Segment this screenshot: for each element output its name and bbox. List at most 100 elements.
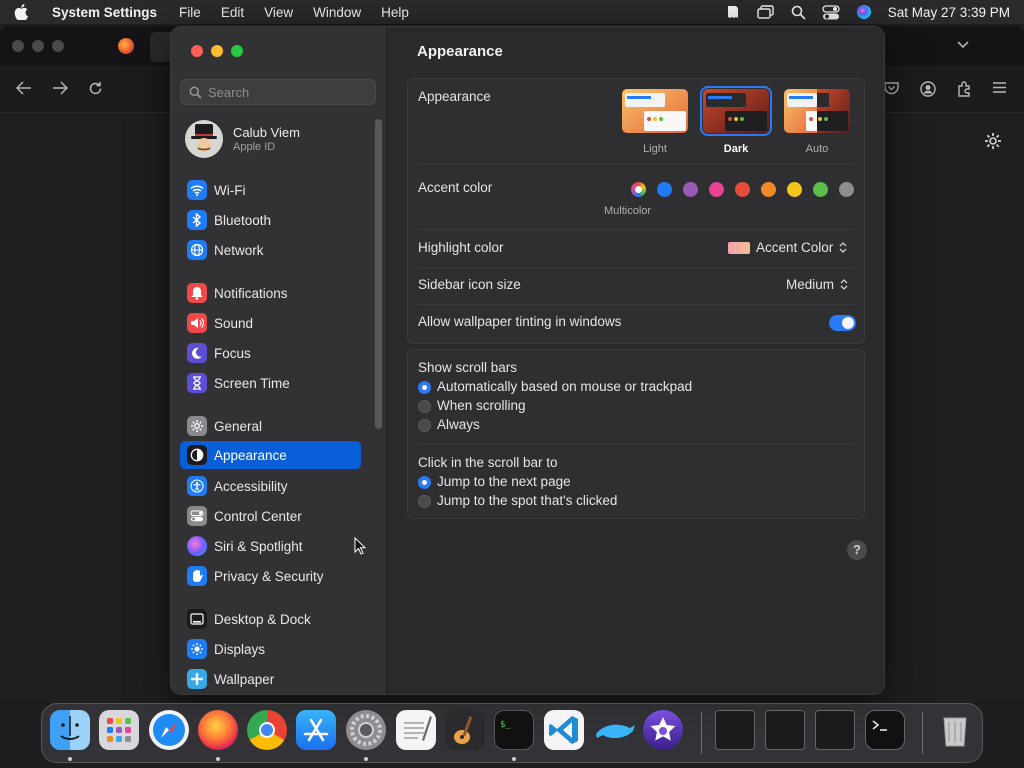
apple-id-account[interactable]: Calub Viem Apple ID: [185, 119, 375, 159]
theme-option-dark[interactable]: Dark: [700, 86, 772, 155]
click-next-page-radio[interactable]: [418, 476, 431, 489]
minimize-button[interactable]: [211, 45, 223, 57]
search-input[interactable]: [208, 84, 358, 100]
scroll-bars-scrolling-radio[interactable]: [418, 400, 431, 413]
highlight-color-popup[interactable]: Accent Color: [728, 240, 847, 255]
sidebar-item-wallpaper[interactable]: Wallpaper: [180, 665, 361, 693]
sidebar-item-bluetooth[interactable]: Bluetooth: [180, 206, 361, 234]
sidebar-item-notifications[interactable]: Notifications: [180, 279, 361, 307]
textedit-dock-icon[interactable]: [396, 710, 436, 750]
close-button[interactable]: [191, 45, 203, 57]
clock[interactable]: Sat May 27 3:39 PM: [888, 5, 1010, 20]
spotlight-search-icon[interactable]: [791, 5, 806, 20]
search-field[interactable]: [180, 79, 376, 105]
sidebar-icon-size-popup[interactable]: Medium: [786, 277, 848, 292]
screen-mirroring-icon[interactable]: [756, 4, 775, 20]
sidebar-item-focus[interactable]: Focus: [180, 339, 361, 367]
sidebar-item-label: Accessibility: [214, 478, 288, 494]
terminal-dock-icon[interactable]: $_: [494, 710, 534, 750]
safari-dock-icon[interactable]: [149, 710, 189, 750]
imovie-dock-icon[interactable]: [643, 710, 683, 750]
siri-icon[interactable]: [856, 4, 872, 20]
chrome-dock-icon[interactable]: [247, 710, 287, 750]
accent-swatch-green[interactable]: [813, 182, 828, 197]
zoom-button[interactable]: [231, 45, 243, 57]
account-icon[interactable]: [920, 81, 936, 97]
firefox-dock-icon[interactable]: [198, 710, 238, 750]
accent-swatch-multicolor[interactable]: [631, 182, 646, 197]
sidebar-item-siri-spotlight[interactable]: Siri & Spotlight: [180, 532, 361, 560]
browser-close-button[interactable]: [12, 40, 24, 52]
minimized-window-1[interactable]: [715, 710, 755, 750]
sidebar-item-privacy-security[interactable]: Privacy & Security: [180, 562, 361, 590]
click-scroll-bar-label: Click in the scroll bar to: [418, 455, 558, 470]
minimized-window-3[interactable]: [815, 710, 855, 750]
sidebar-item-wifi[interactable]: Wi-Fi: [180, 176, 361, 204]
finder-dock-icon[interactable]: [50, 710, 90, 750]
minimized-window-2[interactable]: [765, 710, 805, 750]
browser-minimize-button[interactable]: [32, 40, 44, 52]
forward-arrow-icon[interactable]: [52, 81, 68, 95]
sidebar-item-control-center[interactable]: Control Center: [180, 502, 361, 530]
accent-swatch-graphite[interactable]: [839, 182, 854, 197]
sidebar-item-displays[interactable]: Displays: [180, 635, 361, 663]
sidebar-item-sound[interactable]: Sound: [180, 309, 361, 337]
dolphin-dock-icon[interactable]: [593, 710, 635, 750]
sidebar-scrollbar[interactable]: [375, 119, 382, 429]
extensions-icon[interactable]: [956, 81, 972, 97]
scroll-bars-always-label: Always: [437, 417, 480, 432]
accessibility-icon: [187, 476, 207, 496]
theme-option-auto[interactable]: Auto: [782, 89, 852, 155]
trash-dock-icon[interactable]: [935, 710, 975, 750]
scroll-bars-always-radio[interactable]: [418, 419, 431, 432]
garageband-dock-icon[interactable]: [445, 710, 485, 750]
sidebar-item-general[interactable]: General: [180, 412, 361, 440]
accent-swatch-pink[interactable]: [709, 182, 724, 197]
gear-icon[interactable]: [984, 132, 1002, 150]
app-store-dock-icon[interactable]: [296, 710, 336, 750]
gear-icon: [187, 416, 207, 436]
click-next-page-label: Jump to the next page: [437, 474, 571, 489]
highlight-color-swatch: [728, 241, 750, 254]
script-status-icon[interactable]: [725, 4, 741, 20]
window-menu[interactable]: Window: [313, 5, 361, 20]
vscode-dock-icon[interactable]: [544, 710, 584, 750]
minimized-terminal-window[interactable]: [865, 710, 905, 750]
accent-swatch-yellow[interactable]: [787, 182, 802, 197]
control-center-icon[interactable]: [822, 4, 840, 20]
sidebar-item-appearance[interactable]: Appearance: [180, 441, 361, 469]
help-menu[interactable]: Help: [381, 5, 409, 20]
back-arrow-icon[interactable]: [16, 81, 32, 95]
chevron-down-icon[interactable]: [956, 40, 970, 50]
reload-icon[interactable]: [88, 81, 103, 96]
system-settings-dock-icon[interactable]: [346, 710, 386, 750]
help-button[interactable]: ?: [847, 540, 867, 560]
launchpad-dock-icon[interactable]: [99, 710, 139, 750]
accent-swatch-orange[interactable]: [761, 182, 776, 197]
theme-option-light[interactable]: Light: [620, 89, 690, 155]
sidebar-item-desktop-dock[interactable]: Desktop & Dock: [180, 605, 361, 633]
accent-swatch-purple[interactable]: [683, 182, 698, 197]
accent-color-label: Accent color: [418, 180, 493, 195]
hamburger-menu-icon[interactable]: [992, 81, 1007, 94]
view-menu[interactable]: View: [264, 5, 293, 20]
theme-label-auto: Auto: [805, 143, 829, 155]
wallpaper-tinting-toggle[interactable]: [829, 315, 856, 331]
sidebar-item-label: Focus: [214, 345, 251, 361]
edit-menu[interactable]: Edit: [221, 5, 244, 20]
pocket-icon[interactable]: [884, 81, 899, 95]
firefox-tab-icon[interactable]: [118, 38, 134, 54]
sidebar-item-screen-time[interactable]: Screen Time: [180, 369, 361, 397]
file-menu[interactable]: File: [179, 5, 201, 20]
dark-theme-preview: [700, 86, 772, 136]
apple-menu-icon[interactable]: [14, 4, 30, 20]
accent-swatch-blue[interactable]: [657, 182, 672, 197]
accent-swatch-red[interactable]: [735, 182, 750, 197]
dock-separator: [701, 712, 702, 754]
app-name-menu[interactable]: System Settings: [52, 5, 157, 20]
browser-zoom-button[interactable]: [52, 40, 64, 52]
sidebar-item-network[interactable]: Network: [180, 236, 361, 264]
sidebar-item-accessibility[interactable]: Accessibility: [180, 472, 361, 500]
click-spot-radio[interactable]: [418, 495, 431, 508]
scroll-bars-auto-radio[interactable]: [418, 381, 431, 394]
